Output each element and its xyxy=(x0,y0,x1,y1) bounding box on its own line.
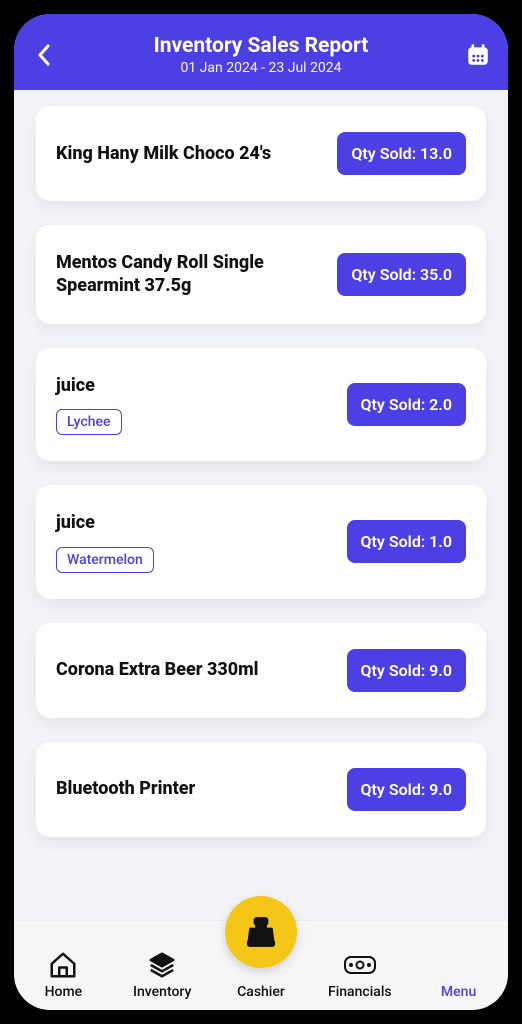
item-name: juice xyxy=(56,374,333,397)
nav-cashier[interactable]: Cashier xyxy=(212,914,311,1000)
calendar-icon xyxy=(465,42,491,68)
nav-inventory[interactable]: Inventory xyxy=(113,948,212,1000)
inventory-item-card[interactable]: juice Watermelon Qty Sold: 1.0 xyxy=(36,485,486,598)
nav-label: Inventory xyxy=(113,984,212,1000)
item-name: Corona Extra Beer 330ml xyxy=(56,658,333,681)
item-name: juice xyxy=(56,511,333,534)
inventory-item-card[interactable]: King Hany Milk Choco 24's Qty Sold: 13.0 xyxy=(36,106,486,201)
item-list: King Hany Milk Choco 24's Qty Sold: 13.0 M… xyxy=(14,90,508,1010)
variant-tag: Watermelon xyxy=(56,547,154,573)
nav-label: Cashier xyxy=(212,984,311,1000)
nav-label: Home xyxy=(14,984,113,1000)
qty-sold-badge: Qty Sold: 1.0 xyxy=(347,520,466,563)
variant-tag: Lychee xyxy=(56,409,122,435)
home-icon xyxy=(48,950,78,980)
inventory-item-card[interactable]: Corona Extra Beer 330ml Qty Sold: 9.0 xyxy=(36,623,486,718)
qty-sold-badge: Qty Sold: 9.0 xyxy=(347,768,466,811)
cash-register-icon xyxy=(243,914,279,950)
inventory-item-card[interactable]: juice Lychee Qty Sold: 2.0 xyxy=(36,348,486,461)
inventory-item-card[interactable]: Mentos Candy Roll Single Spearmint 37.5g… xyxy=(36,225,486,324)
bottom-nav: Home Inventory Cashier Financials Menu xyxy=(14,920,508,1010)
nav-financials[interactable]: Financials xyxy=(310,948,409,1000)
item-name: Mentos Candy Roll Single Spearmint 37.5g xyxy=(56,251,323,298)
item-name: King Hany Milk Choco 24's xyxy=(56,142,323,165)
qty-sold-badge: Qty Sold: 2.0 xyxy=(347,383,466,426)
qty-sold-badge: Qty Sold: 9.0 xyxy=(347,649,466,692)
date-range: 01 Jan 2024 - 23 Jul 2024 xyxy=(58,60,464,76)
back-button[interactable] xyxy=(30,41,58,69)
nav-menu[interactable]: Menu xyxy=(409,948,508,1000)
page-title: Inventory Sales Report xyxy=(58,34,464,58)
nav-home[interactable]: Home xyxy=(14,948,113,1000)
chevron-left-icon xyxy=(37,44,51,66)
qty-sold-badge: Qty Sold: 13.0 xyxy=(337,132,466,175)
cashier-fab[interactable] xyxy=(225,896,297,968)
layers-icon xyxy=(147,950,177,980)
nav-label: Financials xyxy=(310,984,409,1000)
nav-label: Menu xyxy=(409,984,508,1000)
item-name: Bluetooth Printer xyxy=(56,777,333,800)
app-header: Inventory Sales Report 01 Jan 2024 - 23 … xyxy=(14,14,508,90)
banknote-icon xyxy=(343,953,377,977)
inventory-item-card[interactable]: Bluetooth Printer Qty Sold: 9.0 xyxy=(36,742,486,837)
calendar-button[interactable] xyxy=(464,41,492,69)
qty-sold-badge: Qty Sold: 35.0 xyxy=(337,253,466,296)
